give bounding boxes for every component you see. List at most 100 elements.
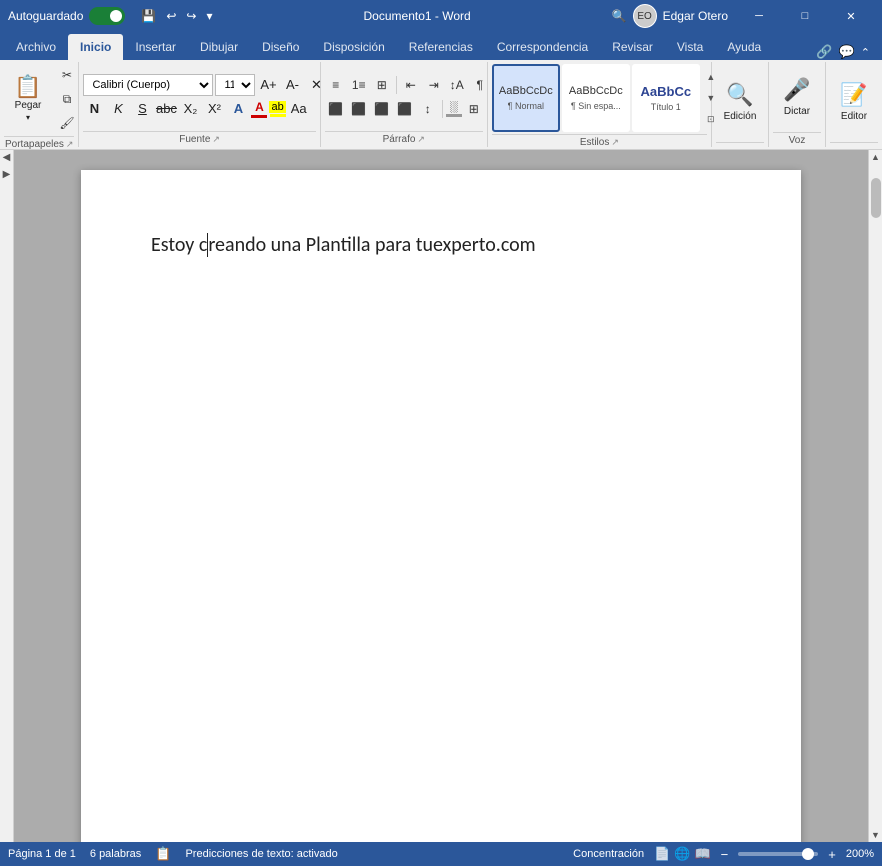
dropdown-icon[interactable]: ▾ <box>206 9 212 23</box>
redo-icon[interactable]: ↪ <box>186 9 196 23</box>
font-format-row: N K S abc X₂ X² A A ab Aa <box>83 98 327 120</box>
font-size-down-button[interactable]: A- <box>281 74 303 96</box>
maximize-button[interactable]: □ <box>782 0 828 32</box>
editor-button[interactable]: 📝 Editor <box>830 69 878 135</box>
editor-content: 📝 Editor <box>830 64 878 140</box>
zoom-minus-button[interactable]: − <box>721 847 729 862</box>
ribbon-comment-icon[interactable]: 💬 <box>839 44 855 60</box>
view-icon-reading[interactable]: 📖 <box>694 846 710 862</box>
indent-decrease-button[interactable]: ⇤ <box>400 74 422 96</box>
bold-button[interactable]: N <box>83 98 105 120</box>
tab-dibujar[interactable]: Dibujar <box>188 34 250 60</box>
justify-button[interactable]: ⬛ <box>394 98 416 120</box>
parrafo-expand-icon[interactable]: ↗ <box>417 134 425 145</box>
strikethrough-button[interactable]: abc <box>155 98 177 120</box>
tab-revisar[interactable]: Revisar <box>600 34 665 60</box>
numbering-button[interactable]: 1≡ <box>348 74 370 96</box>
left-bar-icon-1[interactable]: ◀ <box>3 152 11 163</box>
tab-inicio[interactable]: Inicio <box>68 34 123 60</box>
shading-button[interactable]: ░ <box>446 101 462 117</box>
estilos-expand-icon[interactable]: ↗ <box>611 137 619 148</box>
scroll-thumb-vertical[interactable] <box>871 178 881 218</box>
left-bar-icon-2[interactable]: ▶ <box>3 169 11 180</box>
tab-archivo[interactable]: Archivo <box>4 34 68 60</box>
copy-button[interactable]: ⧉ <box>56 88 78 110</box>
tab-correspondencia[interactable]: Correspondencia <box>485 34 600 60</box>
edicion-button[interactable]: 🔍 Edición <box>716 69 764 135</box>
subscript-button[interactable]: X₂ <box>179 98 201 120</box>
zoom-level[interactable]: 200% <box>846 848 874 860</box>
view-icon-web[interactable]: 🌐 <box>674 846 690 862</box>
zoom-thumb[interactable] <box>802 848 814 860</box>
scroll-down-button[interactable]: ▼ <box>869 828 882 842</box>
sort-button[interactable]: ↕A <box>446 74 468 96</box>
paste-dropdown-icon: ▾ <box>26 113 30 122</box>
style-normal[interactable]: AaBbCcDc ¶ Normal <box>492 64 560 132</box>
save-icon[interactable]: 💾 <box>141 9 156 23</box>
doc-text[interactable]: Estoy creando una Plantilla para tuexper… <box>151 230 731 260</box>
multilevel-button[interactable]: ⊞ <box>371 74 393 96</box>
style-titulo1[interactable]: AaBbCc Título 1 <box>632 64 700 132</box>
tab-vista[interactable]: Vista <box>665 34 715 60</box>
text-effects-button[interactable]: A <box>227 98 249 120</box>
doc-scroll[interactable]: Estoy creando una Plantilla para tuexper… <box>14 150 868 842</box>
tab-ayuda[interactable]: Ayuda <box>715 34 773 60</box>
style-normal-label: ¶ Normal <box>508 101 544 111</box>
dictar-button[interactable]: 🎤 Dictar <box>773 64 821 130</box>
align-right-button[interactable]: ⬛ <box>371 98 393 120</box>
line-spacing-button[interactable]: ↕ <box>417 98 439 120</box>
ribbon-collapse-icon[interactable]: ⌃ <box>861 46 870 59</box>
portapapeles-expand-icon[interactable]: ↗ <box>66 139 74 150</box>
avatar[interactable]: EO <box>633 4 657 28</box>
tab-diseno[interactable]: Diseño <box>250 34 311 60</box>
align-center-button[interactable]: ⬛ <box>348 98 370 120</box>
predictions-text[interactable]: Predicciones de texto: activado <box>185 848 337 860</box>
voz-group-label: Voz <box>773 132 821 146</box>
font-size-select[interactable]: 11 <box>215 74 255 96</box>
parrafo-inner: ≡ 1≡ ⊞ ⇤ ⇥ ↕A ¶ ⬛ ⬛ ⬛ ⬛ ↕ ░ <box>325 74 491 120</box>
close-button[interactable]: ✕ <box>828 0 874 32</box>
borders-button[interactable]: ⊞ <box>463 98 485 120</box>
align-left-button[interactable]: ⬛ <box>325 98 347 120</box>
cut-button[interactable]: ✂ <box>56 64 78 86</box>
font-size-up-button[interactable]: A+ <box>257 74 279 96</box>
voz-group-label-text: Voz <box>789 135 806 146</box>
user-name: Edgar Otero <box>663 9 728 23</box>
focus-mode[interactable]: Concentración <box>573 848 644 860</box>
format-painter-button[interactable]: 🖌 <box>56 112 78 134</box>
word-count[interactable]: 6 palabras <box>90 848 141 860</box>
paste-button[interactable]: 📋 Pegar ▾ <box>4 66 52 132</box>
italic-button[interactable]: K <box>107 98 129 120</box>
change-case-button[interactable]: Aa <box>288 98 310 120</box>
fuente-inner: Calibri (Cuerpo) 11 A+ A- ✕ N K S abc X₂… <box>83 74 327 120</box>
ribbon-share-icon[interactable]: 🔗 <box>816 44 832 60</box>
portapapeles-label-text: Portapapeles <box>5 139 64 150</box>
style-sin-espacio[interactable]: AaBbCcDc ¶ Sin espa... <box>562 64 630 132</box>
tab-insertar[interactable]: Insertar <box>123 34 188 60</box>
font-name-select[interactable]: Calibri (Cuerpo) <box>83 74 213 96</box>
indent-increase-button[interactable]: ⇥ <box>423 74 445 96</box>
autosave-toggle[interactable] <box>89 7 125 25</box>
highlight-button[interactable]: ab <box>269 101 285 117</box>
view-icon-print[interactable]: 📄 <box>654 846 670 862</box>
bullets-button[interactable]: ≡ <box>325 74 347 96</box>
edicion-group-label <box>716 142 764 145</box>
style-titulo1-label: Título 1 <box>651 102 681 112</box>
search-icon[interactable]: 🔍 <box>612 9 627 23</box>
underline-button[interactable]: S <box>131 98 153 120</box>
scroll-up-button[interactable]: ▲ <box>869 150 882 164</box>
title-bar: Autoguardado 💾 ↩ ↪ ▾ Documento1 - Word 🔍… <box>0 0 882 32</box>
status-bar: Página 1 de 1 6 palabras 📋 Predicciones … <box>0 842 882 866</box>
spell-check-icon[interactable]: 📋 <box>155 846 171 862</box>
page-info[interactable]: Página 1 de 1 <box>8 848 76 860</box>
zoom-slider[interactable] <box>738 852 818 856</box>
ribbon-tabs: Archivo Inicio Insertar Dibujar Diseño D… <box>0 32 882 60</box>
minimize-button[interactable]: ─ <box>736 0 782 32</box>
zoom-plus-button[interactable]: + <box>828 847 836 862</box>
superscript-button[interactable]: X² <box>203 98 225 120</box>
fuente-expand-icon[interactable]: ↗ <box>212 134 220 145</box>
undo-icon[interactable]: ↩ <box>166 9 176 23</box>
tab-disposicion[interactable]: Disposición <box>311 34 396 60</box>
font-color-button[interactable]: A <box>251 100 267 118</box>
tab-referencias[interactable]: Referencias <box>397 34 485 60</box>
